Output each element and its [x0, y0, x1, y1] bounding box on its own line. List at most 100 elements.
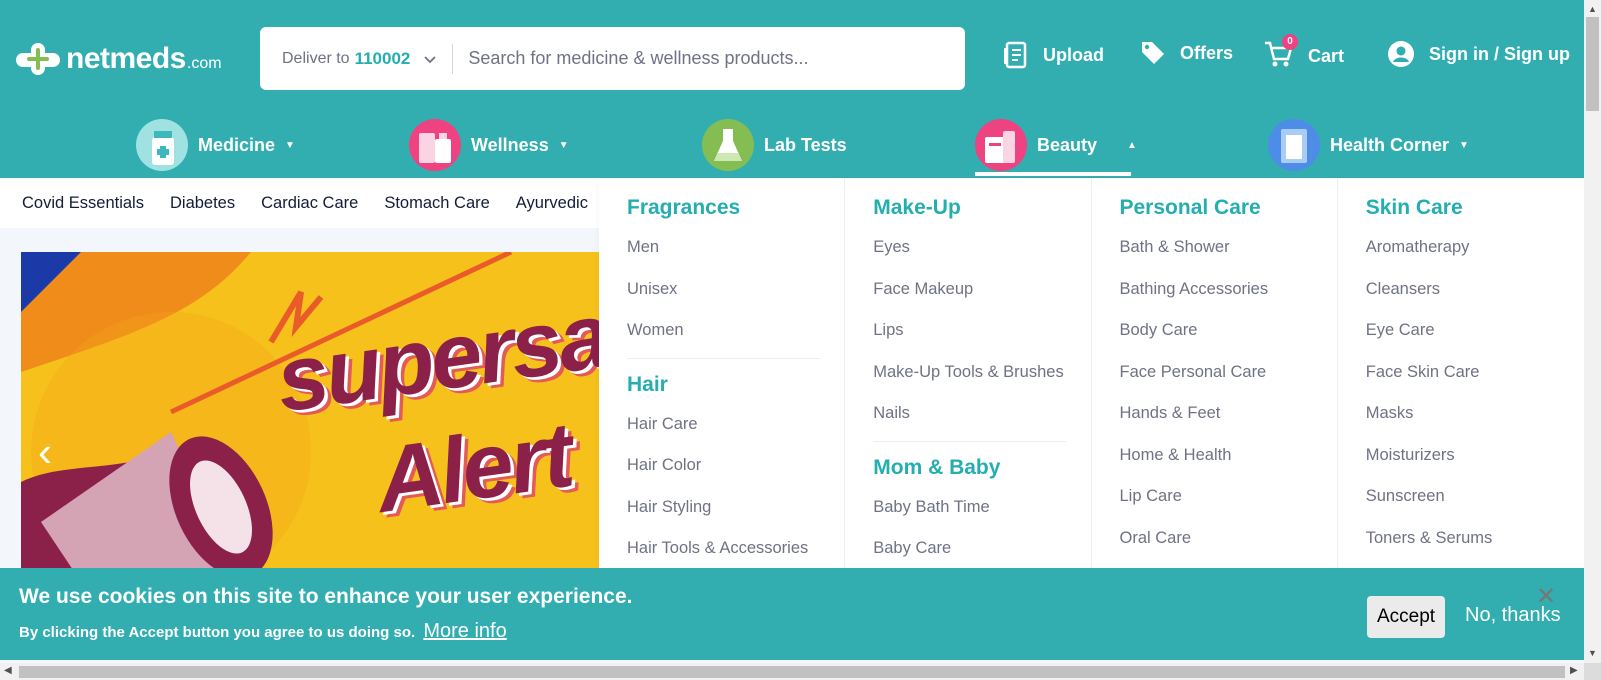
scrollbar-thumb[interactable] [19, 666, 1565, 678]
menu-item[interactable]: Bath & Shower [1120, 232, 1337, 274]
cookie-subtitle-text: By clicking the Accept button you agree … [19, 624, 416, 641]
menu-heading[interactable]: Hair [627, 373, 844, 399]
pincode-value: 110002 [354, 48, 411, 68]
category-label: Wellness [471, 134, 549, 155]
scrollbar-thumb[interactable] [1586, 17, 1599, 111]
menu-column: Make-Up Eyes Face Makeup Lips Make-Up To… [845, 178, 1092, 568]
menu-column: Personal Care Bath & Shower Bathing Acce… [1092, 178, 1338, 568]
category-medicine[interactable]: Medicine ▼ [136, 116, 295, 174]
menu-item[interactable]: Unisex [627, 274, 844, 316]
health-corner-icon [1268, 119, 1320, 171]
deliver-to-selector[interactable]: Deliver to 110002 [260, 27, 437, 90]
menu-heading[interactable]: Fragrances [627, 196, 844, 222]
caret-down-icon: ▼ [558, 139, 569, 151]
menu-item[interactable]: Moisturizers [1366, 440, 1584, 482]
subnav-item[interactable]: Covid Essentials [22, 194, 144, 213]
deliver-to-label: Deliver to [282, 49, 350, 67]
menu-item[interactable]: Body Care [1120, 315, 1337, 357]
menu-item[interactable]: Eyes [873, 232, 1090, 274]
cookie-subtitle: By clicking the Accept button you agree … [19, 620, 507, 643]
menu-item[interactable]: Toners & Serums [1366, 523, 1584, 565]
menu-item[interactable]: Home & Health [1120, 440, 1337, 482]
scroll-right-icon[interactable]: ▶ [1570, 665, 1578, 676]
subnav-item[interactable]: Stomach Care [384, 194, 489, 213]
more-info-link[interactable]: More info [423, 620, 506, 642]
menu-item[interactable]: Masks [1366, 398, 1584, 440]
upload-prescription-icon [1004, 41, 1027, 69]
netmeds-page: netmeds .com Deliver to 110002 Upl [0, 0, 1601, 680]
cookie-consent-bar: We use cookies on this site to enhance y… [0, 568, 1584, 660]
menu-item[interactable]: Hair Color [627, 450, 844, 492]
scroll-left-icon[interactable]: ◀ [4, 665, 12, 676]
site-header: netmeds .com Deliver to 110002 Upl [0, 0, 1584, 178]
lab-flask-icon [702, 119, 754, 171]
cart-label: Cart [1308, 46, 1345, 66]
netmeds-logo[interactable]: netmeds .com [16, 42, 222, 76]
logo-name: netmeds [66, 42, 186, 75]
close-icon[interactable]: ✕ [1536, 582, 1556, 611]
horizontal-scrollbar[interactable]: ◀ ▶ [0, 663, 1584, 680]
category-label: Medicine [198, 134, 276, 155]
menu-item[interactable]: Nails [873, 398, 1090, 440]
signin-label: Sign in / Sign up [1429, 43, 1570, 64]
vertical-scrollbar[interactable]: ▲ ▼ [1584, 0, 1601, 663]
signin-button[interactable]: Sign in / Sign up [1387, 40, 1570, 68]
promo-banner[interactable]: supersa Alert [21, 252, 601, 582]
offers-button[interactable]: Offers [1140, 40, 1233, 66]
menu-divider [627, 357, 820, 359]
medicine-bottle-icon [136, 119, 188, 171]
menu-item[interactable]: Make-Up Tools & Brushes [873, 357, 1090, 399]
scroll-down-icon[interactable]: ▼ [1588, 648, 1597, 658]
category-wellness[interactable]: Wellness ▼ [409, 116, 569, 174]
menu-item[interactable]: Lip Care [1120, 481, 1337, 523]
category-lab-tests[interactable]: Lab Tests [702, 116, 847, 174]
menu-item[interactable]: Men [627, 232, 844, 274]
menu-item[interactable]: Sunscreen [1366, 481, 1584, 523]
upload-button[interactable]: Upload [1003, 40, 1104, 70]
scroll-up-icon[interactable]: ▲ [1588, 4, 1597, 14]
menu-item[interactable]: Women [627, 315, 844, 357]
menu-item[interactable]: Oral Care [1120, 523, 1337, 565]
chevron-down-icon [424, 51, 437, 67]
active-category-indicator [975, 172, 1131, 176]
menu-item[interactable]: Baby Bath Time [873, 492, 1090, 534]
menu-item[interactable]: Aromatherapy [1366, 232, 1584, 274]
menu-item[interactable]: Bathing Accessories [1120, 274, 1337, 316]
search-bar: Deliver to 110002 [260, 27, 965, 90]
cart-button[interactable]: 0 Cart [1264, 34, 1345, 73]
carousel-prev-icon[interactable]: ‹ [38, 428, 52, 476]
menu-heading[interactable]: Mom & Baby [873, 456, 1090, 482]
offer-tag-icon [1142, 42, 1164, 64]
menu-heading[interactable]: Skin Care [1366, 196, 1584, 222]
menu-column: Skin Care Aromatherapy Cleansers Eye Car… [1338, 178, 1584, 568]
menu-item[interactable]: Hair Care [627, 409, 844, 451]
sub-navigation: Covid Essentials Diabetes Cardiac Care S… [0, 178, 600, 228]
wellness-products-icon [409, 119, 461, 171]
search-divider [452, 43, 454, 74]
menu-item[interactable]: Face Skin Care [1366, 357, 1584, 399]
menu-item[interactable]: Hair Styling [627, 492, 844, 534]
menu-item[interactable]: Eye Care [1366, 315, 1584, 357]
search-input[interactable] [468, 48, 909, 69]
category-health-corner[interactable]: Health Corner ▼ [1268, 116, 1469, 174]
menu-heading[interactable]: Make-Up [873, 196, 1090, 222]
menu-column: Fragrances Men Unisex Women Hair Hair Ca… [599, 178, 846, 568]
logo-tld: .com [186, 55, 222, 72]
offers-label: Offers [1180, 42, 1234, 63]
accept-button[interactable]: Accept [1367, 596, 1445, 638]
menu-item[interactable]: Baby Care [873, 533, 1090, 568]
menu-item[interactable]: Hands & Feet [1120, 398, 1337, 440]
menu-item[interactable]: Cleansers [1366, 274, 1584, 316]
subnav-item[interactable]: Diabetes [170, 194, 235, 213]
subnav-item[interactable]: Ayurvedic [516, 194, 588, 213]
category-beauty[interactable]: Beauty ▲ [975, 116, 1137, 174]
user-account-icon [1388, 41, 1414, 67]
subnav-item[interactable]: Cardiac Care [261, 194, 358, 213]
menu-item[interactable]: Lips [873, 315, 1090, 357]
menu-item[interactable]: Hair Tools & Accessories [627, 533, 844, 568]
menu-heading[interactable]: Personal Care [1120, 196, 1337, 222]
caret-up-icon: ▲ [1127, 139, 1137, 151]
menu-item[interactable]: Face Makeup [873, 274, 1090, 316]
menu-divider [873, 440, 1067, 442]
menu-item[interactable]: Face Personal Care [1120, 357, 1337, 399]
